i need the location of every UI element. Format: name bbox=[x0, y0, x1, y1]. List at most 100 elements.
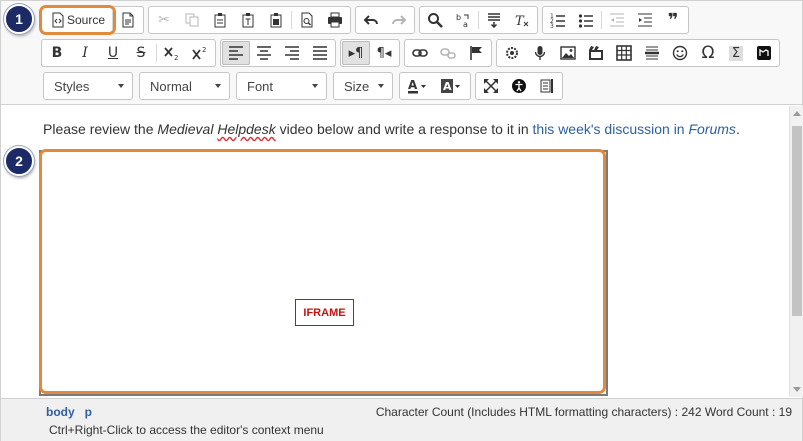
bold-icon[interactable]: B bbox=[43, 41, 71, 65]
font-combo[interactable]: Font bbox=[236, 72, 327, 100]
format-combo-value: Normal bbox=[150, 78, 192, 94]
align-right-icon[interactable] bbox=[278, 41, 306, 65]
background-color-icon[interactable]: A bbox=[435, 74, 469, 98]
svg-text:2: 2 bbox=[202, 46, 206, 54]
outdent-icon[interactable] bbox=[603, 8, 631, 32]
editor-toolbar: Source ✂ ba T 1 2 3 ❞ B I U S 2 2 ▸¶ ¶◂ … bbox=[1, 1, 802, 105]
preview-icon[interactable] bbox=[293, 8, 321, 32]
para-em-medieval: Medieval bbox=[157, 121, 214, 137]
paste-icon[interactable] bbox=[206, 8, 234, 32]
video-icon[interactable] bbox=[582, 41, 610, 65]
print-icon[interactable] bbox=[321, 8, 349, 32]
svg-text:T: T bbox=[515, 14, 525, 28]
scrollbar-thumb[interactable] bbox=[792, 126, 802, 316]
rtl-icon[interactable]: ¶◂ bbox=[370, 41, 398, 65]
toolbar-row-3: Styles Normal Font Size A A bbox=[1, 70, 563, 102]
numbered-list-icon[interactable]: 123 bbox=[544, 8, 572, 32]
scroll-up-arrow-icon[interactable] bbox=[793, 111, 801, 116]
remove-format-icon[interactable]: T bbox=[508, 8, 536, 32]
align-center-icon[interactable] bbox=[250, 41, 278, 65]
undo-group bbox=[355, 6, 416, 34]
editor-content-area[interactable]: Please review the Medieval Helpdesk vide… bbox=[1, 106, 789, 397]
widget-icon[interactable] bbox=[750, 41, 778, 65]
discussion-link[interactable]: this week's discussion in Forums bbox=[533, 121, 736, 137]
para-text-middle: video below and write a response to it i… bbox=[275, 121, 533, 137]
iframe-placeholder[interactable] bbox=[39, 150, 608, 396]
direction-group: ▸¶ ¶◂ bbox=[340, 39, 400, 67]
audio-icon[interactable] bbox=[526, 41, 554, 65]
colors-group: A A bbox=[399, 72, 471, 100]
scroll-down-arrow-icon[interactable] bbox=[793, 387, 801, 392]
separator bbox=[601, 11, 603, 29]
path-p[interactable]: p bbox=[85, 405, 92, 419]
justify-icon[interactable] bbox=[306, 41, 334, 65]
list-group: 123 ❞ bbox=[542, 6, 690, 34]
source-button[interactable]: Source bbox=[43, 8, 111, 32]
show-blocks-icon[interactable] bbox=[480, 8, 508, 32]
image-icon[interactable] bbox=[554, 41, 582, 65]
anchor-icon[interactable] bbox=[462, 41, 490, 65]
styles-combo[interactable]: Styles bbox=[43, 72, 133, 100]
smiley-icon[interactable] bbox=[666, 41, 694, 65]
superscript-icon[interactable]: 2 bbox=[186, 41, 214, 65]
link-icon[interactable] bbox=[406, 41, 434, 65]
strikethrough-icon[interactable]: S bbox=[127, 41, 155, 65]
styles-combo-value: Styles bbox=[54, 78, 90, 94]
size-combo[interactable]: Size bbox=[333, 72, 393, 100]
source-label: Source bbox=[67, 13, 106, 27]
editor-status-bar: body p Character Count (Includes HTML for… bbox=[1, 398, 802, 441]
content-paragraph[interactable]: Please review the Medieval Helpdesk vide… bbox=[43, 121, 740, 137]
ltr-icon[interactable]: ▸¶ bbox=[342, 41, 370, 65]
format-combo[interactable]: Normal bbox=[139, 72, 230, 100]
svg-text:a: a bbox=[463, 20, 468, 28]
new-page-icon[interactable] bbox=[114, 8, 142, 32]
table-icon[interactable] bbox=[610, 41, 638, 65]
copy-icon[interactable] bbox=[178, 8, 206, 32]
blockquote-icon[interactable]: ❞ bbox=[659, 8, 687, 32]
cut-icon[interactable]: ✂ bbox=[150, 8, 178, 32]
maximize-icon[interactable] bbox=[477, 74, 505, 98]
subscript-icon[interactable]: 2 bbox=[158, 41, 186, 65]
svg-text:2: 2 bbox=[174, 54, 178, 61]
find-group: ba T bbox=[419, 6, 539, 34]
find-icon[interactable] bbox=[421, 8, 449, 32]
align-left-icon[interactable] bbox=[222, 41, 250, 65]
media-embed-icon[interactable] bbox=[498, 41, 526, 65]
underline-icon[interactable]: U bbox=[99, 41, 127, 65]
bulleted-list-icon[interactable] bbox=[572, 8, 600, 32]
text-color-icon[interactable]: A bbox=[401, 74, 435, 98]
source-icon bbox=[49, 8, 67, 32]
svg-text:A: A bbox=[443, 80, 452, 93]
redo-icon[interactable] bbox=[385, 8, 413, 32]
undo-icon[interactable] bbox=[357, 8, 385, 32]
vertical-scrollbar[interactable] bbox=[789, 106, 803, 397]
separator bbox=[112, 11, 114, 29]
separator bbox=[291, 11, 293, 29]
accessibility-icon[interactable] bbox=[505, 74, 533, 98]
context-menu-hint: Ctrl+Right-Click to access the editor's … bbox=[49, 423, 324, 437]
math-icon[interactable]: Σ bbox=[722, 41, 750, 65]
template-icon[interactable] bbox=[533, 74, 561, 98]
svg-text:3: 3 bbox=[550, 23, 554, 28]
element-path: body p bbox=[46, 405, 102, 419]
indent-icon[interactable] bbox=[631, 8, 659, 32]
italic-icon[interactable]: I bbox=[71, 41, 99, 65]
chevron-down-icon bbox=[312, 84, 318, 88]
unlink-icon[interactable] bbox=[434, 41, 462, 65]
forums-link-text: Forums bbox=[688, 121, 736, 137]
discussion-link-text: this week's discussion in bbox=[532, 121, 689, 137]
replace-icon[interactable]: ba bbox=[449, 8, 477, 32]
iframe-label: IFRAME bbox=[295, 299, 354, 326]
path-body[interactable]: body bbox=[46, 405, 75, 419]
paste-text-icon[interactable] bbox=[234, 8, 262, 32]
clipboard-group: ✂ bbox=[148, 6, 352, 34]
para-text-prefix: Please review the bbox=[43, 121, 158, 137]
special-char-icon[interactable]: Ω bbox=[694, 41, 722, 65]
svg-text:A: A bbox=[408, 78, 418, 92]
separator bbox=[156, 44, 157, 62]
horizontal-rule-icon[interactable] bbox=[638, 41, 666, 65]
paste-word-icon[interactable] bbox=[262, 8, 290, 32]
chevron-down-icon bbox=[215, 84, 221, 88]
tools-group bbox=[475, 72, 563, 100]
toolbar-row-1: Source ✂ ba T 1 2 3 ❞ bbox=[1, 4, 690, 36]
